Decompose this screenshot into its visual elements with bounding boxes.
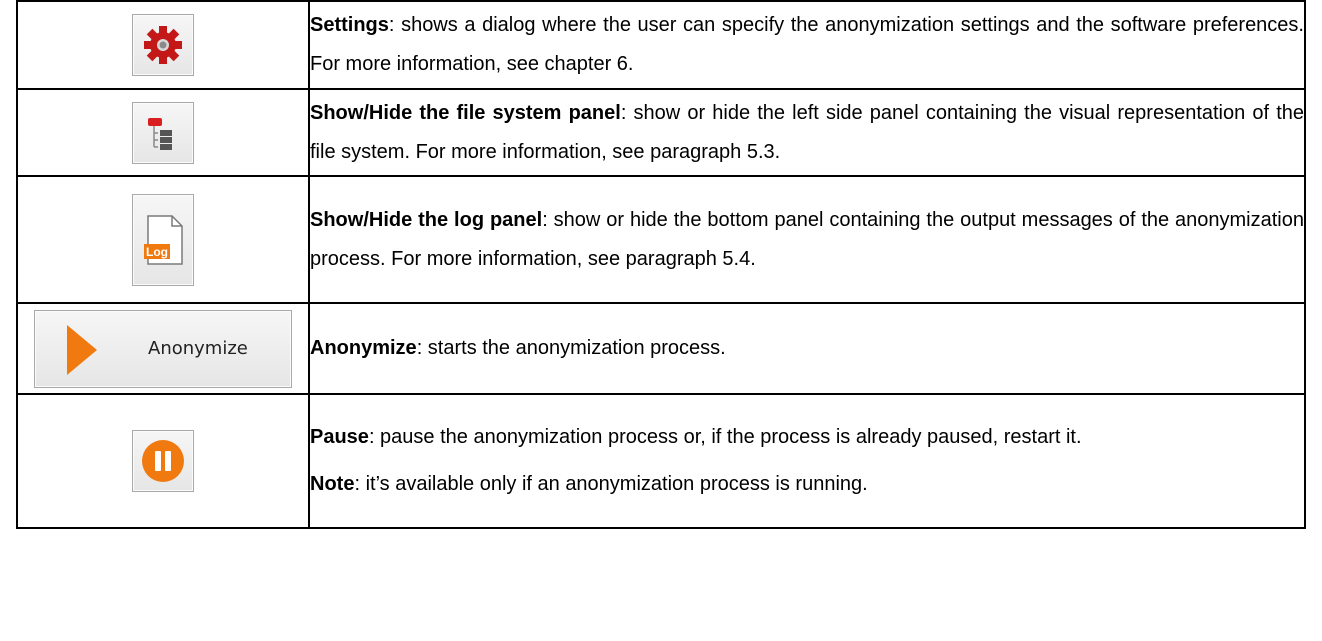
icon-cell-settings — [16, 0, 310, 90]
title-log-panel: Show/Hide the log panel — [310, 208, 543, 231]
pause-button[interactable] — [132, 430, 194, 492]
table-row-file-system-panel: Show/Hide the file system panel: show or… — [16, 88, 1306, 177]
log-file-icon: Log — [144, 214, 183, 265]
pause-icon — [142, 440, 184, 482]
title-anonymize: Anonymize — [310, 337, 417, 359]
table-row-log-panel: Log Show/Hide the log panel: show or hid… — [16, 175, 1306, 304]
description-settings: Settings: shows a dialog where the user … — [308, 0, 1306, 90]
anonymize-button[interactable]: Anonymize — [34, 309, 292, 388]
note-title: Note — [310, 473, 355, 495]
icon-cell-pause — [16, 393, 310, 529]
title-pause: Pause — [310, 426, 369, 448]
text-settings: : shows a dialog where the user can spec… — [310, 14, 1304, 75]
log-icon-label: Log — [146, 245, 168, 259]
pause-paragraph: Pause: pause the anonymization process o… — [310, 418, 1304, 457]
play-icon — [67, 324, 97, 375]
settings-button[interactable] — [132, 14, 194, 76]
description-file-system-panel: Show/Hide the file system panel: show or… — [308, 88, 1306, 177]
gear-icon — [144, 26, 182, 64]
text-anonymize: : starts the anonymization process. — [416, 337, 726, 359]
table-row-anonymize: Anonymize Anonymize: starts the anonymiz… — [16, 302, 1306, 395]
toolbar-buttons-table: Settings: shows a dialog where the user … — [16, 0, 1306, 529]
description-pause: Pause: pause the anonymization process o… — [308, 393, 1306, 529]
icon-cell-log-panel: Log — [16, 175, 310, 304]
table-row-pause: Pause: pause the anonymization process o… — [16, 393, 1306, 529]
text-pause: : pause the anonymization process or, if… — [368, 426, 1082, 448]
description-anonymize: Anonymize: starts the anonymization proc… — [308, 302, 1306, 395]
icon-cell-anonymize: Anonymize — [16, 302, 310, 395]
pause-note: Note: it’s available only if an anonymiz… — [310, 465, 1304, 504]
file-system-panel-toggle-button[interactable] — [132, 101, 194, 164]
anonymize-button-label: Anonymize — [148, 337, 248, 359]
note-text: : it’s available only if an anonymizatio… — [354, 473, 868, 495]
log-panel-toggle-button[interactable]: Log — [132, 193, 194, 286]
table-row-settings: Settings: shows a dialog where the user … — [16, 0, 1306, 90]
title-file-system-panel: Show/Hide the file system panel — [310, 101, 621, 124]
description-log-panel: Show/Hide the log panel: show or hide th… — [308, 175, 1306, 304]
tree-panel-icon — [148, 117, 172, 150]
title-settings: Settings — [310, 14, 389, 36]
icon-cell-file-system-panel — [16, 88, 310, 177]
